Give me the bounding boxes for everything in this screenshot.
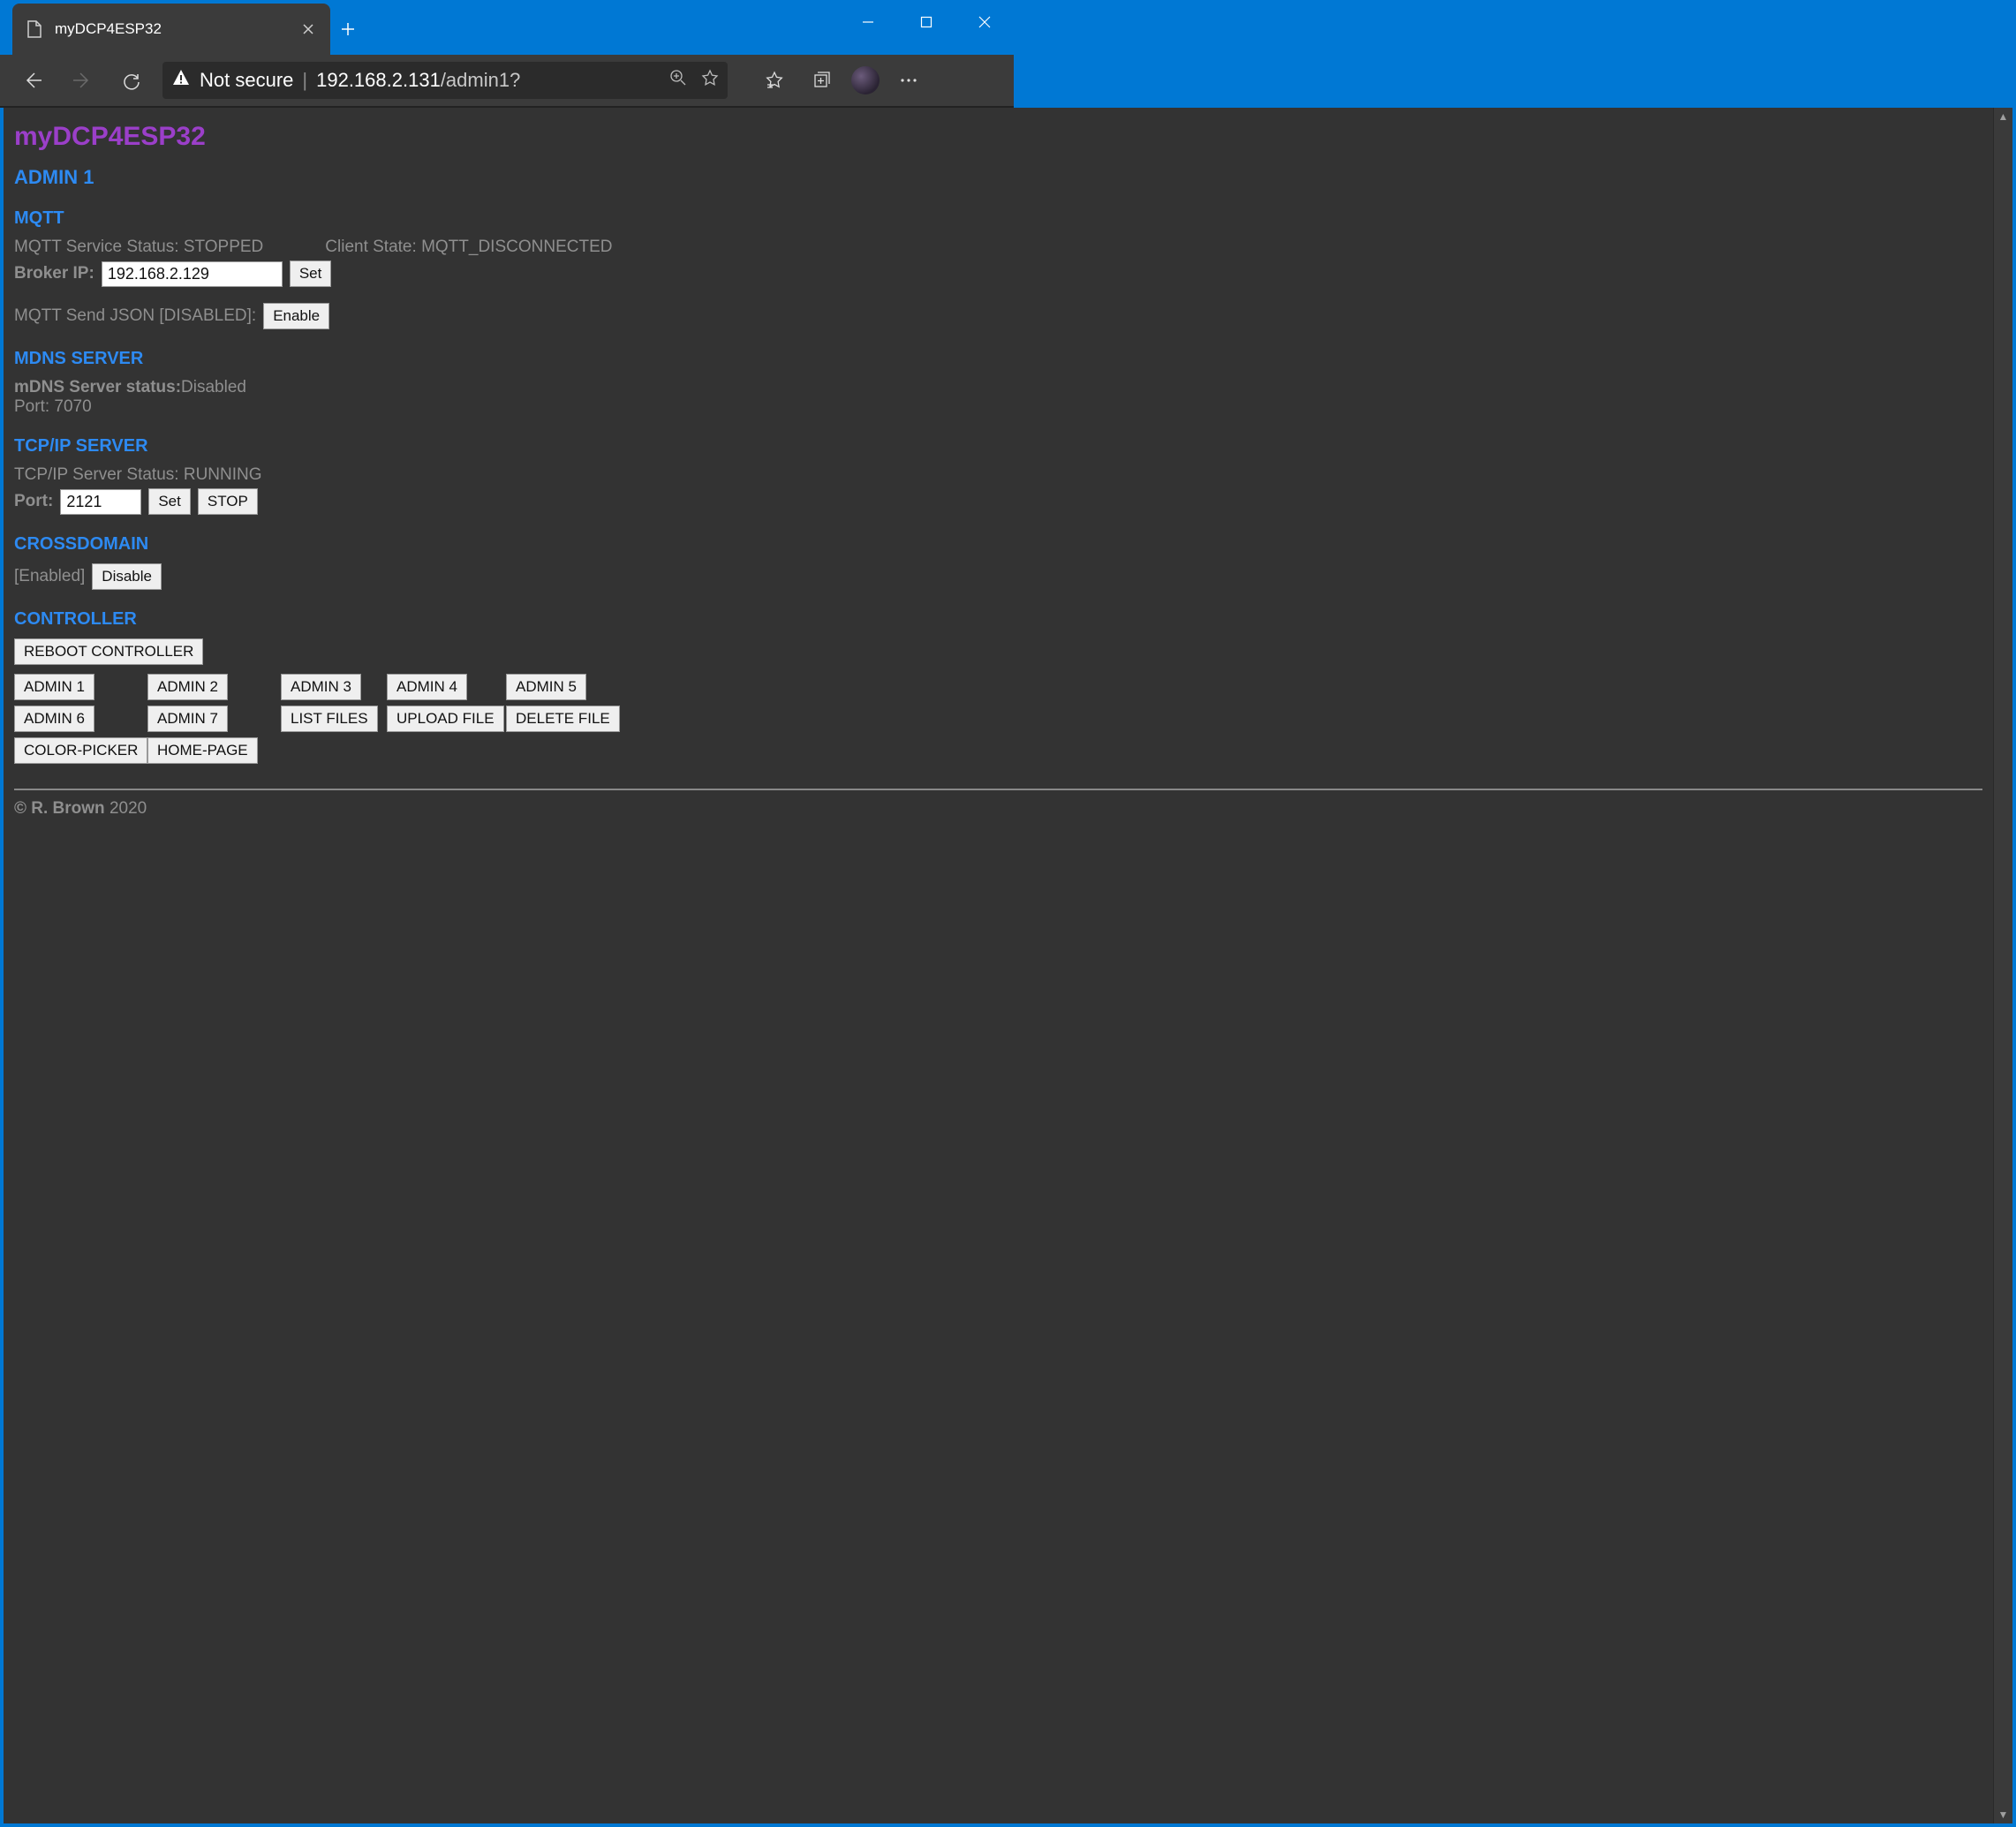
admin-5-button[interactable]: ADMIN 5 xyxy=(506,674,586,700)
warning-icon xyxy=(171,68,191,93)
browser-tab[interactable]: myDCP4ESP32 xyxy=(12,4,330,55)
tcpip-port-label: Port: xyxy=(14,492,53,511)
color-picker-button[interactable]: COLOR-PICKER xyxy=(14,737,147,764)
minimize-button[interactable] xyxy=(839,0,897,44)
mdns-port-value: 7070 xyxy=(54,397,91,416)
close-tab-icon[interactable] xyxy=(298,19,318,39)
tcpip-port-input[interactable] xyxy=(60,489,141,515)
reboot-controller-button[interactable]: REBOOT CONTROLLER xyxy=(14,638,203,665)
url-host: 192.168.2.131 xyxy=(316,69,441,91)
back-button[interactable] xyxy=(14,62,51,99)
window-titlebar: myDCP4ESP32 xyxy=(0,0,1014,55)
admin-nav-grid: ADMIN 1 ADMIN 2 ADMIN 3 ADMIN 4 ADMIN 5 … xyxy=(14,674,1982,764)
profile-avatar[interactable] xyxy=(851,66,880,94)
security-label: Not secure xyxy=(200,69,293,92)
footer-divider xyxy=(14,789,1982,790)
list-files-button[interactable]: LIST FILES xyxy=(281,706,378,732)
favorites-button[interactable] xyxy=(756,62,793,99)
refresh-button[interactable] xyxy=(113,62,150,99)
footer-year: 2020 xyxy=(109,799,147,818)
scroll-down-arrow-icon[interactable]: ▼ xyxy=(1994,1806,2012,1823)
tab-title: myDCP4ESP32 xyxy=(55,20,288,38)
admin-1-button[interactable]: ADMIN 1 xyxy=(14,674,94,700)
address-separator: | xyxy=(302,69,307,92)
mqtt-service-status-label: MQTT Service Status: xyxy=(14,238,179,256)
upload-file-button[interactable]: UPLOAD FILE xyxy=(387,706,504,732)
broker-ip-label: Broker IP: xyxy=(14,264,94,283)
home-page-button[interactable]: HOME-PAGE xyxy=(147,737,258,764)
app-title: myDCP4ESP32 xyxy=(14,122,1982,152)
new-tab-button[interactable] xyxy=(330,4,366,55)
crossdomain-disable-button[interactable]: Disable xyxy=(92,563,162,590)
mdns-status-value: Disabled xyxy=(181,378,246,396)
not-secure-indicator[interactable]: Not secure xyxy=(171,68,293,93)
address-bar[interactable]: Not secure | 192.168.2.131/admin1? xyxy=(162,62,728,99)
mqtt-service-status-value: STOPPED xyxy=(184,238,263,256)
mdns-heading: MDNS SERVER xyxy=(14,349,1982,369)
admin-3-button[interactable]: ADMIN 3 xyxy=(281,674,361,700)
tcpip-status-value: RUNNING xyxy=(184,465,262,484)
admin-6-button[interactable]: ADMIN 6 xyxy=(14,706,94,732)
scroll-up-arrow-icon[interactable]: ▲ xyxy=(1994,108,2012,125)
maximize-button[interactable] xyxy=(897,0,955,44)
mdns-port-label: Port: xyxy=(14,397,49,416)
mqtt-client-state-label: Client State: xyxy=(325,238,417,256)
window-controls xyxy=(839,0,1014,44)
browser-toolbar: Not secure | 192.168.2.131/admin1? xyxy=(0,55,1014,106)
mqtt-heading: MQTT xyxy=(14,208,1982,229)
footer: © R. Brown 2020 xyxy=(14,799,1982,819)
crossdomain-heading: CROSSDOMAIN xyxy=(14,534,1982,555)
collections-button[interactable] xyxy=(804,62,841,99)
mqtt-send-json-enable-button[interactable]: Enable xyxy=(263,303,329,329)
mqtt-client-state-value: MQTT_DISCONNECTED xyxy=(421,238,612,256)
crossdomain-state: [Enabled] xyxy=(14,567,85,586)
forward-button[interactable] xyxy=(64,62,101,99)
admin-4-button[interactable]: ADMIN 4 xyxy=(387,674,467,700)
admin-2-button[interactable]: ADMIN 2 xyxy=(147,674,228,700)
favorite-icon[interactable] xyxy=(701,69,719,92)
tcpip-stop-button[interactable]: STOP xyxy=(198,488,258,515)
page-heading: ADMIN 1 xyxy=(14,166,1982,189)
delete-file-button[interactable]: DELETE FILE xyxy=(506,706,620,732)
footer-owner: © R. Brown xyxy=(14,799,105,818)
url-text: 192.168.2.131/admin1? xyxy=(316,69,520,92)
tcpip-status-label: TCP/IP Server Status: xyxy=(14,465,179,484)
broker-ip-input[interactable] xyxy=(102,261,283,287)
more-menu-button[interactable] xyxy=(890,62,927,99)
zoom-icon[interactable] xyxy=(669,69,687,92)
page-content: myDCP4ESP32 ADMIN 1 MQTT MQTT Service St… xyxy=(4,108,1993,1823)
admin-7-button[interactable]: ADMIN 7 xyxy=(147,706,228,732)
broker-ip-set-button[interactable]: Set xyxy=(290,260,332,287)
tcpip-heading: TCP/IP SERVER xyxy=(14,436,1982,457)
url-path: /admin1? xyxy=(441,69,521,91)
close-window-button[interactable] xyxy=(955,0,1014,44)
vertical-scrollbar[interactable]: ▲ ▼ xyxy=(1993,108,2012,1823)
page-icon xyxy=(25,19,44,39)
tcpip-set-button[interactable]: Set xyxy=(148,488,191,515)
mqtt-send-json-label: MQTT Send JSON [DISABLED]: xyxy=(14,306,256,326)
controller-heading: CONTROLLER xyxy=(14,609,1982,630)
mdns-status-label: mDNS Server status: xyxy=(14,378,181,396)
